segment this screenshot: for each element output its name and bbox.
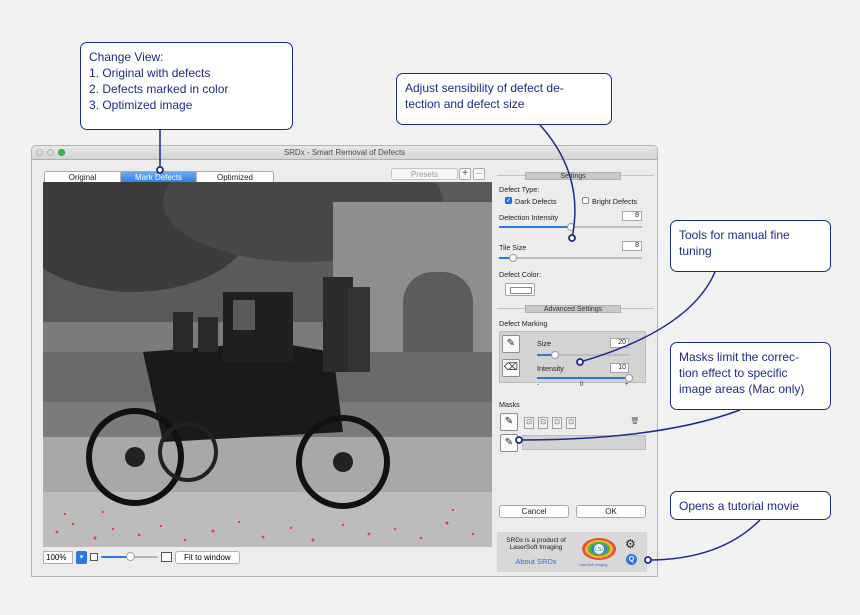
masks-line-3: image areas (Mac only) xyxy=(679,382,805,396)
srdx-window: SRDx - Smart Removal of Defects Original… xyxy=(31,145,658,577)
intensity-mid-label: 0 xyxy=(580,382,584,388)
intensity-field[interactable]: 10 xyxy=(610,363,629,373)
detection-intensity-field[interactable]: 8 xyxy=(622,211,642,221)
mask-tool-4-icon[interactable]: ⊡ xyxy=(566,417,576,429)
presets-dropdown[interactable]: Presets xyxy=(391,168,458,180)
eraser-tool-icon[interactable]: ⌫ xyxy=(502,359,520,377)
size-field[interactable]: 20 xyxy=(610,338,629,348)
zoom-in-icon[interactable] xyxy=(161,552,172,562)
dark-defects-checkbox[interactable]: ✓ xyxy=(505,197,512,204)
title-bar: SRDx - Smart Removal of Defects xyxy=(32,146,657,160)
mask-eraser-icon[interactable]: ✎ xyxy=(500,434,518,452)
tutorial-callout: Opens a tutorial movie xyxy=(670,491,831,520)
fit-to-window-button[interactable]: Fit to window xyxy=(175,550,240,564)
sensibility-callout: Adjust sensibility of defect de- tection… xyxy=(396,73,612,125)
tile-size-field[interactable]: 8 xyxy=(622,241,642,251)
change-view-line-2: 1. Original with defects xyxy=(89,66,211,80)
image-preview[interactable] xyxy=(43,182,492,547)
add-defect-tool-icon[interactable]: ✎ xyxy=(502,335,520,353)
tutorial-movie-icon[interactable]: Q xyxy=(626,554,637,565)
logo-text: LSI xyxy=(595,547,603,553)
logo-subtitle: LaserSoft Imaging xyxy=(579,563,608,567)
mask-tool-3-icon[interactable]: ⊡ xyxy=(552,417,562,429)
sensibility-line-1: Adjust sensibility of defect de- xyxy=(405,81,564,95)
intensity-max-label: + xyxy=(625,382,629,388)
defect-marking-label: Defect Marking xyxy=(499,319,548,328)
tutorial-line-1: Opens a tutorial movie xyxy=(679,499,800,513)
change-view-callout: Change View: 1. Original with defects 2.… xyxy=(80,42,293,130)
change-view-line-4: 3. Optimized image xyxy=(89,98,193,112)
zoom-field[interactable]: 100% xyxy=(43,550,73,564)
zoom-dropdown-icon[interactable]: ▾ xyxy=(76,550,87,564)
tools-line-1: Tools for manual fine xyxy=(679,228,790,242)
defect-color-swatch[interactable] xyxy=(505,283,535,296)
gear-icon[interactable]: ⚙ xyxy=(625,538,637,550)
masks-callout: Masks limit the correc- tion effect to s… xyxy=(670,342,831,410)
defect-color-label: Defect Color: xyxy=(499,270,541,279)
close-window-button[interactable] xyxy=(36,149,43,156)
sensibility-line-2: tection and defect size xyxy=(405,97,525,111)
tools-callout: Tools for manual fine tuning xyxy=(670,220,831,272)
photo-illustration xyxy=(43,182,492,547)
zoom-slider[interactable] xyxy=(101,552,158,562)
product-info-text: SRDx is a product of LaserSoft Imaging xyxy=(506,537,566,551)
bright-defects-label: Bright Defects xyxy=(592,197,638,206)
about-box: SRDx is a product of LaserSoft Imaging A… xyxy=(497,532,647,572)
tile-size-slider[interactable] xyxy=(499,254,642,262)
mask-trash-icon[interactable]: 🗑 xyxy=(630,417,640,429)
intensity-label: Intensity xyxy=(537,364,564,373)
cancel-button[interactable]: Cancel xyxy=(499,505,569,518)
about-srdx-link[interactable]: About SRDx xyxy=(501,557,571,566)
ok-button[interactable]: OK xyxy=(576,505,646,518)
size-slider[interactable] xyxy=(537,351,629,359)
defect-type-label: Defect Type: xyxy=(499,185,540,194)
mask-pen-icon[interactable]: ✎ xyxy=(500,413,518,431)
mask-list[interactable] xyxy=(522,435,646,450)
tile-size-label: Tile Size xyxy=(499,243,527,252)
detection-intensity-label: Detection Intensity xyxy=(499,213,559,222)
window-title: SRDx - Smart Removal of Defects xyxy=(283,148,406,157)
intensity-slider[interactable] xyxy=(537,374,633,382)
intensity-min-label: - xyxy=(537,382,539,388)
mask-tool-1-icon[interactable]: ⊡ xyxy=(524,417,534,429)
settings-header: Settings xyxy=(525,172,621,180)
detection-intensity-slider[interactable] xyxy=(499,223,642,231)
minimize-window-button[interactable] xyxy=(47,149,54,156)
size-label: Size xyxy=(537,339,551,348)
add-preset-button[interactable]: + xyxy=(459,168,471,180)
masks-label: Masks xyxy=(499,400,520,409)
remove-preset-button[interactable]: – xyxy=(473,168,485,180)
change-view-line-3: 2. Defects marked in color xyxy=(89,82,229,96)
advanced-settings-header: Advanced Settings xyxy=(525,305,621,313)
dark-defects-label: Dark Defects xyxy=(515,197,557,206)
zoom-out-icon[interactable] xyxy=(90,553,98,561)
mask-tool-2-icon[interactable]: ⊡ xyxy=(538,417,548,429)
bright-defects-checkbox[interactable] xyxy=(582,197,589,204)
masks-line-2: tion effect to specific xyxy=(679,366,788,380)
tools-line-2: tuning xyxy=(679,244,712,258)
zoom-window-button[interactable] xyxy=(58,149,65,156)
lasersoft-logo-icon: LSI xyxy=(582,538,616,560)
masks-line-1: Masks limit the correc- xyxy=(679,350,800,364)
change-view-line-1: Change View: xyxy=(89,50,164,64)
view-toolbar: 100% ▾ Fit to window xyxy=(43,550,240,564)
